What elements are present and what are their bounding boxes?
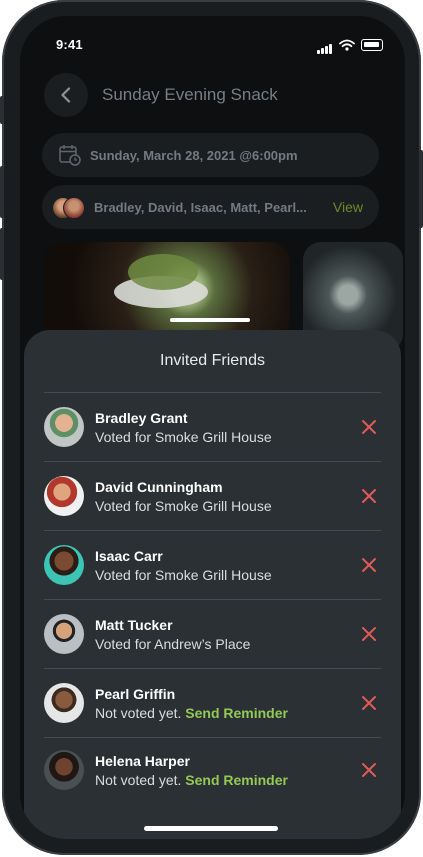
close-icon (362, 420, 376, 434)
avatar (44, 545, 84, 585)
view-friends-link[interactable]: View (333, 199, 363, 215)
vote-status: Voted for Smoke Grill House (95, 498, 272, 514)
mute-switch (0, 96, 4, 124)
close-icon (362, 696, 376, 710)
status-time: 9:41 (56, 37, 83, 52)
vote-status: Voted for Smoke Grill House (95, 567, 272, 583)
avatar (44, 750, 84, 790)
page-title: Sunday Evening Snack (102, 85, 278, 104)
friend-row: Bradley Grant Voted for Smoke Grill Hous… (44, 393, 381, 461)
friend-name: Bradley Grant (95, 409, 188, 426)
vote-status: Not voted yet. Send Reminder (95, 705, 288, 721)
vote-status-text: Not voted yet. (95, 771, 182, 788)
remove-friend-button[interactable] (357, 691, 381, 715)
friend-name: David Cunningham (95, 478, 223, 495)
back-button[interactable] (44, 73, 88, 117)
friend-row: Pearl Griffin Not voted yet. Send Remind… (44, 669, 381, 737)
vote-status: Voted for Andrew’s Place (95, 636, 250, 652)
sheet-drag-handle[interactable] (170, 318, 250, 322)
remove-friend-button[interactable] (357, 622, 381, 646)
event-date-text: Sunday, March 28, 2021 @6:00pm (90, 147, 298, 163)
vote-status-text: Not voted yet. (95, 704, 182, 721)
status-icons (317, 36, 383, 54)
home-indicator[interactable] (144, 826, 278, 831)
friend-row: Helena Harper Not voted yet. Send Remind… (44, 736, 381, 804)
phone-frame: 9:41 Sunday Evening Snack Sunday, March … (0, 0, 423, 855)
avatar (44, 683, 84, 723)
remove-friend-button[interactable] (357, 415, 381, 439)
friend-name: Isaac Carr (95, 547, 163, 564)
vote-status: Not voted yet. Send Reminder (95, 772, 288, 788)
vote-status-text: Voted for Smoke Grill House (95, 497, 272, 514)
avatar (44, 476, 84, 516)
friend-row: Isaac Carr Voted for Smoke Grill House (44, 531, 381, 599)
vote-status-text: Voted for Andrew’s Place (95, 635, 251, 652)
screen: 9:41 Sunday Evening Snack Sunday, March … (20, 16, 405, 839)
wifi-icon (339, 39, 355, 51)
friend-row: David Cunningham Voted for Smoke Grill H… (44, 462, 381, 530)
send-reminder-link[interactable]: Send Reminder (185, 772, 288, 788)
friend-name: Matt Tucker (95, 616, 173, 633)
send-reminder-link[interactable]: Send Reminder (185, 705, 288, 721)
salad-shape (128, 254, 198, 290)
close-icon (362, 627, 376, 641)
calendar-clock-icon (58, 143, 82, 167)
friend-name: Helena Harper (95, 752, 190, 769)
close-icon (362, 558, 376, 572)
friend-name: Pearl Griffin (95, 685, 176, 702)
friends-avatar-stack (52, 195, 86, 219)
remove-friend-button[interactable] (357, 553, 381, 577)
chevron-left-icon (61, 87, 71, 103)
header: Sunday Evening Snack (44, 72, 381, 118)
vote-status-text: Voted for Smoke Grill House (95, 428, 272, 445)
signal-icon (317, 36, 333, 54)
remove-friend-button[interactable] (357, 758, 381, 782)
event-date-pill[interactable]: Sunday, March 28, 2021 @6:00pm (42, 133, 379, 177)
remove-friend-button[interactable] (357, 484, 381, 508)
power-button (419, 150, 423, 228)
vote-status-text: Voted for Smoke Grill House (95, 566, 272, 583)
invited-friends-pill[interactable]: Bradley, David, Isaac, Matt, Pearl... Vi… (42, 185, 379, 229)
battery-icon (361, 39, 383, 51)
volume-up-button (0, 166, 4, 218)
close-icon (362, 763, 376, 777)
vote-status: Voted for Smoke Grill House (95, 429, 272, 445)
invited-friends-sheet: Invited Friends Bradley Grant Voted for … (24, 330, 401, 839)
avatar (44, 614, 84, 654)
close-icon (362, 489, 376, 503)
friends-summary-text: Bradley, David, Isaac, Matt, Pearl... (94, 199, 307, 215)
volume-down-button (0, 228, 4, 280)
friend-row: Matt Tucker Voted for Andrew’s Place (44, 600, 381, 668)
sheet-title: Invited Friends (160, 352, 265, 369)
avatar (44, 407, 84, 447)
